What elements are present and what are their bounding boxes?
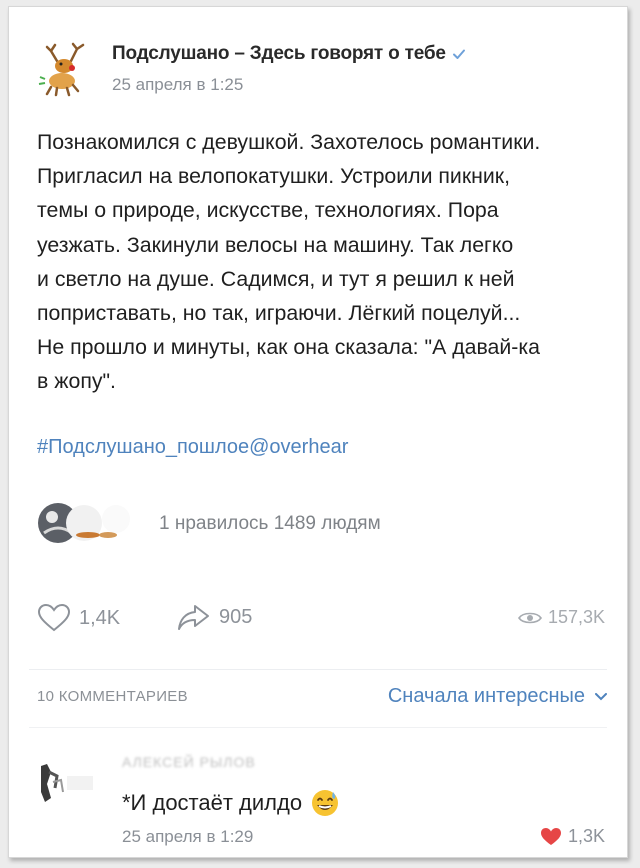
- divider: [29, 669, 607, 670]
- group-name[interactable]: Подслушано – Здесь говорят о тебе: [112, 43, 466, 65]
- post-card: Подслушано – Здесь говорят о тебе 25 апр…: [8, 6, 628, 858]
- comment-author[interactable]: АЛЕКСЕЙ РЫЛОВ: [122, 754, 256, 770]
- like-button[interactable]: 1,4K: [37, 603, 120, 633]
- views-counter: 157,3K: [517, 607, 605, 628]
- like-count: 1,4K: [79, 606, 121, 629]
- liked-by-avatars[interactable]: [36, 497, 156, 547]
- comments-count: 10 КОММЕНТАРИЕВ: [37, 688, 188, 705]
- group-name-text[interactable]: Подслушано – Здесь говорят о тебе: [112, 43, 446, 64]
- comment-like-count: 1,3K: [567, 826, 605, 846]
- post-text-line: и светло на душе. Садимся, и тут я решил…: [37, 266, 515, 291]
- post-text-line: уезжать. Закинули велосы на машину. Так …: [37, 232, 514, 257]
- eye-icon: [517, 612, 542, 623]
- hashtag-link[interactable]: #Подслушано_пошлое@overhear: [37, 436, 348, 459]
- avatar: [37, 762, 95, 806]
- comment-text: *И достаёт дилдо: [122, 788, 340, 818]
- post-text-line: Не прошло и минуты, как она сказала: "А …: [37, 335, 541, 360]
- comment-text-content: *И достаёт дилдо: [122, 790, 303, 815]
- repost-count: 905: [219, 605, 253, 628]
- sort-label: Сначала интересные: [387, 685, 585, 707]
- post-date[interactable]: 25 апреля в 1:25: [112, 75, 243, 95]
- post-text-line: поприставать, но так, играючи. Лёгкий по…: [37, 301, 521, 326]
- liked-by-text[interactable]: 1 нравилось 1489 людям: [159, 513, 381, 535]
- chevron-down-icon: [595, 692, 607, 700]
- comment-like-button[interactable]: 1,3K: [540, 826, 605, 847]
- share-arrow-icon: [178, 605, 209, 630]
- group-avatar[interactable]: [37, 39, 95, 97]
- reindeer-logo-icon: [38, 42, 85, 97]
- avatar-stack-icon: [38, 503, 130, 543]
- post-text: Познакомился с девушкой. Захотелось рома…: [37, 125, 627, 399]
- sweat-smile-emoji-icon: [312, 790, 339, 816]
- checkmark-icon: [452, 49, 465, 59]
- divider: [29, 727, 607, 728]
- comment-avatar[interactable]: [37, 762, 95, 806]
- post-text-line: темы о природе, искусстве, технологиях. …: [37, 198, 499, 223]
- sort-dropdown[interactable]: Сначала интересные: [388, 685, 607, 708]
- heart-filled-icon: [540, 827, 561, 845]
- post-text-line: Пригласил на велопокатушки. Устроили пик…: [37, 164, 511, 189]
- post-text-line: Познакомился с девушкой. Захотелось рома…: [37, 130, 541, 154]
- comment-date[interactable]: 25 апреля в 1:29: [122, 827, 253, 847]
- repost-button[interactable]: 905: [177, 603, 252, 631]
- post-text-line: в жопу".: [37, 369, 116, 394]
- heart-icon: [37, 603, 71, 632]
- views-count: 157,3K: [547, 607, 605, 627]
